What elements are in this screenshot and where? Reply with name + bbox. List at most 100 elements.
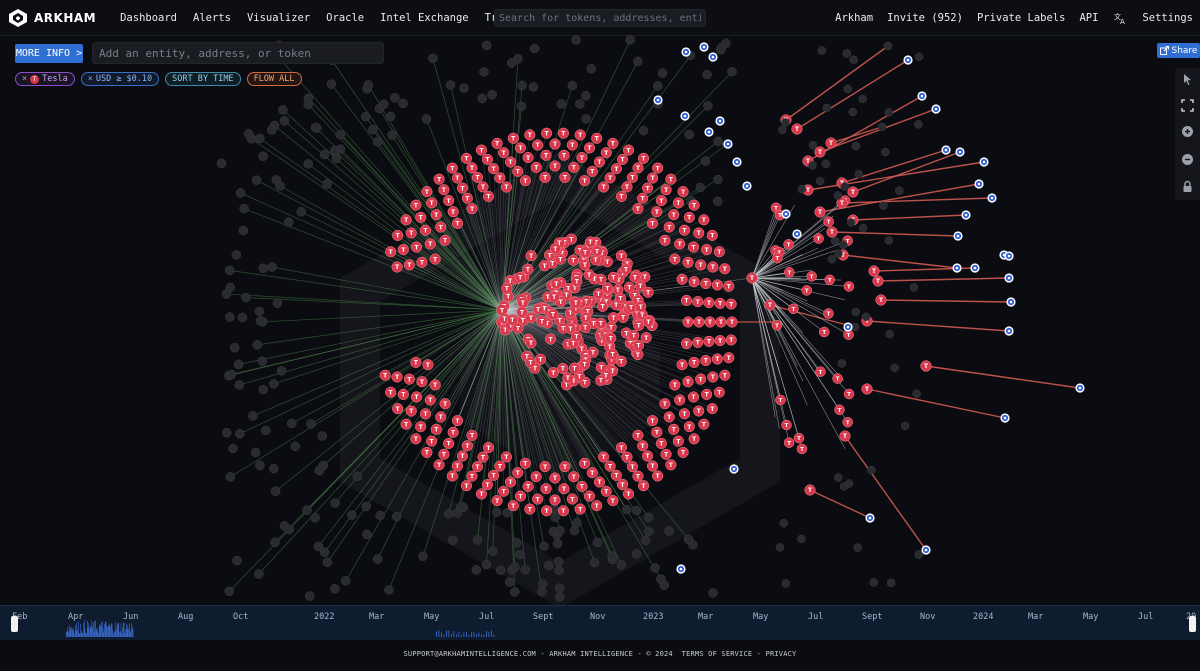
tesla-node[interactable]: T xyxy=(676,359,688,371)
tesla-node-glyph[interactable]: T xyxy=(419,425,423,431)
exchange-node[interactable] xyxy=(680,111,690,121)
tesla-node-glyph[interactable]: T xyxy=(414,361,418,367)
tesla-node[interactable]: T xyxy=(604,172,616,184)
tesla-node[interactable]: T xyxy=(405,227,417,239)
address-node[interactable] xyxy=(815,176,825,186)
tesla-node-glyph[interactable]: T xyxy=(678,398,682,404)
tesla-node[interactable]: T xyxy=(663,221,675,233)
tesla-node[interactable]: T xyxy=(557,362,569,375)
tesla-node[interactable]: T xyxy=(843,281,855,292)
tesla-node-glyph[interactable]: T xyxy=(551,313,555,319)
address-node[interactable] xyxy=(472,535,483,545)
address-node[interactable] xyxy=(848,107,858,117)
tesla-node[interactable]: T xyxy=(426,435,438,447)
tesla-node[interactable]: T xyxy=(545,333,557,345)
tesla-node[interactable]: T xyxy=(723,280,735,292)
tesla-node-glyph[interactable]: T xyxy=(655,431,659,437)
tesla-node[interactable]: T xyxy=(823,216,834,227)
tesla-node-glyph[interactable]: T xyxy=(629,305,633,311)
address-node[interactable] xyxy=(839,482,849,491)
tesla-node[interactable]: T xyxy=(672,197,684,209)
tesla-node-glyph[interactable]: T xyxy=(498,176,502,182)
tesla-node-glyph[interactable]: T xyxy=(646,320,650,326)
tesla-node[interactable]: T xyxy=(583,490,596,502)
tesla-node[interactable]: T xyxy=(451,217,464,229)
tesla-node-glyph[interactable]: T xyxy=(775,256,779,262)
exchange-node[interactable] xyxy=(704,127,714,137)
tesla-node-glyph[interactable]: T xyxy=(641,444,645,450)
tesla-node[interactable]: T xyxy=(695,373,707,385)
tesla-node-glyph[interactable]: T xyxy=(523,462,527,468)
tesla-node-glyph[interactable]: T xyxy=(627,286,631,292)
tesla-node[interactable]: T xyxy=(466,203,478,215)
tesla-node[interactable]: T xyxy=(525,356,537,368)
address-node[interactable] xyxy=(849,55,859,65)
tesla-node-glyph[interactable]: T xyxy=(533,366,537,372)
address-node[interactable] xyxy=(842,49,852,58)
exchange-node-dot[interactable] xyxy=(732,467,736,471)
exchange-node-dot[interactable] xyxy=(846,325,850,329)
tesla-node-glyph[interactable]: T xyxy=(806,188,810,194)
tesla-node-glyph[interactable]: T xyxy=(685,342,689,348)
address-node[interactable] xyxy=(553,556,564,567)
tesla-node-glyph[interactable]: T xyxy=(697,231,701,237)
tesla-node[interactable]: T xyxy=(719,369,731,381)
tesla-node[interactable]: T xyxy=(536,315,548,327)
tesla-node[interactable]: T xyxy=(615,442,628,454)
tesla-node[interactable]: T xyxy=(391,371,403,383)
tesla-node[interactable]: T xyxy=(558,149,570,161)
address-node[interactable] xyxy=(302,505,312,515)
tesla-node-glyph[interactable]: T xyxy=(534,166,538,172)
exchange-node[interactable] xyxy=(970,263,980,273)
tesla-node[interactable]: T xyxy=(698,418,710,430)
tesla-node[interactable]: T xyxy=(637,480,650,492)
tesla-node-glyph[interactable]: T xyxy=(511,504,515,510)
tesla-node-glyph[interactable]: T xyxy=(395,265,399,271)
address-node[interactable] xyxy=(831,236,840,246)
address-node[interactable] xyxy=(851,307,861,317)
tesla-node-glyph[interactable]: T xyxy=(805,288,809,294)
tesla-node-glyph[interactable]: T xyxy=(651,464,655,470)
address-node[interactable] xyxy=(488,546,498,557)
address-node[interactable] xyxy=(255,460,265,471)
tesla-node[interactable]: T xyxy=(703,297,715,309)
tesla-node-glyph[interactable]: T xyxy=(450,166,454,172)
address-node[interactable] xyxy=(304,591,315,601)
tesla-node[interactable]: T xyxy=(549,160,561,172)
tesla-node-glyph[interactable]: T xyxy=(529,341,533,347)
tesla-node-glyph[interactable]: T xyxy=(641,196,645,202)
tesla-node-glyph[interactable]: T xyxy=(395,375,399,381)
tesla-node-glyph[interactable]: T xyxy=(553,476,557,482)
tesla-node-glyph[interactable]: T xyxy=(504,185,508,191)
add-entity-input[interactable] xyxy=(92,42,384,64)
tesla-node-glyph[interactable]: T xyxy=(597,160,601,166)
tesla-node-glyph[interactable]: T xyxy=(865,387,869,393)
address-node[interactable] xyxy=(258,384,269,395)
tesla-node[interactable]: T xyxy=(784,267,795,278)
address-node[interactable] xyxy=(418,551,428,562)
tesla-node-glyph[interactable]: T xyxy=(434,428,438,434)
tesla-node-glyph[interactable]: T xyxy=(656,166,660,172)
tesla-node[interactable]: T xyxy=(591,245,603,257)
tesla-node-glyph[interactable]: T xyxy=(819,370,823,376)
tesla-node-glyph[interactable]: T xyxy=(558,257,562,263)
tesla-node-glyph[interactable]: T xyxy=(528,507,532,513)
tesla-node[interactable]: T xyxy=(834,404,845,415)
tesla-node[interactable]: T xyxy=(559,461,571,473)
address-node[interactable] xyxy=(616,560,627,570)
address-node[interactable] xyxy=(272,298,283,308)
tesla-node[interactable]: T xyxy=(482,442,495,454)
tesla-node-glyph[interactable]: T xyxy=(465,196,469,202)
exchange-node-dot[interactable] xyxy=(735,160,739,164)
address-node[interactable] xyxy=(695,182,706,193)
tesla-node-glyph[interactable]: T xyxy=(502,490,506,496)
tesla-node[interactable]: T xyxy=(532,139,544,151)
exchange-node[interactable] xyxy=(979,157,989,167)
address-node[interactable] xyxy=(914,550,923,559)
address-node[interactable] xyxy=(360,111,371,122)
address-node[interactable] xyxy=(879,201,888,210)
tesla-node[interactable]: T xyxy=(595,361,607,373)
tesla-node-glyph[interactable]: T xyxy=(583,381,587,387)
tesla-node[interactable]: T xyxy=(400,214,412,226)
tesla-node[interactable]: T xyxy=(772,252,783,264)
